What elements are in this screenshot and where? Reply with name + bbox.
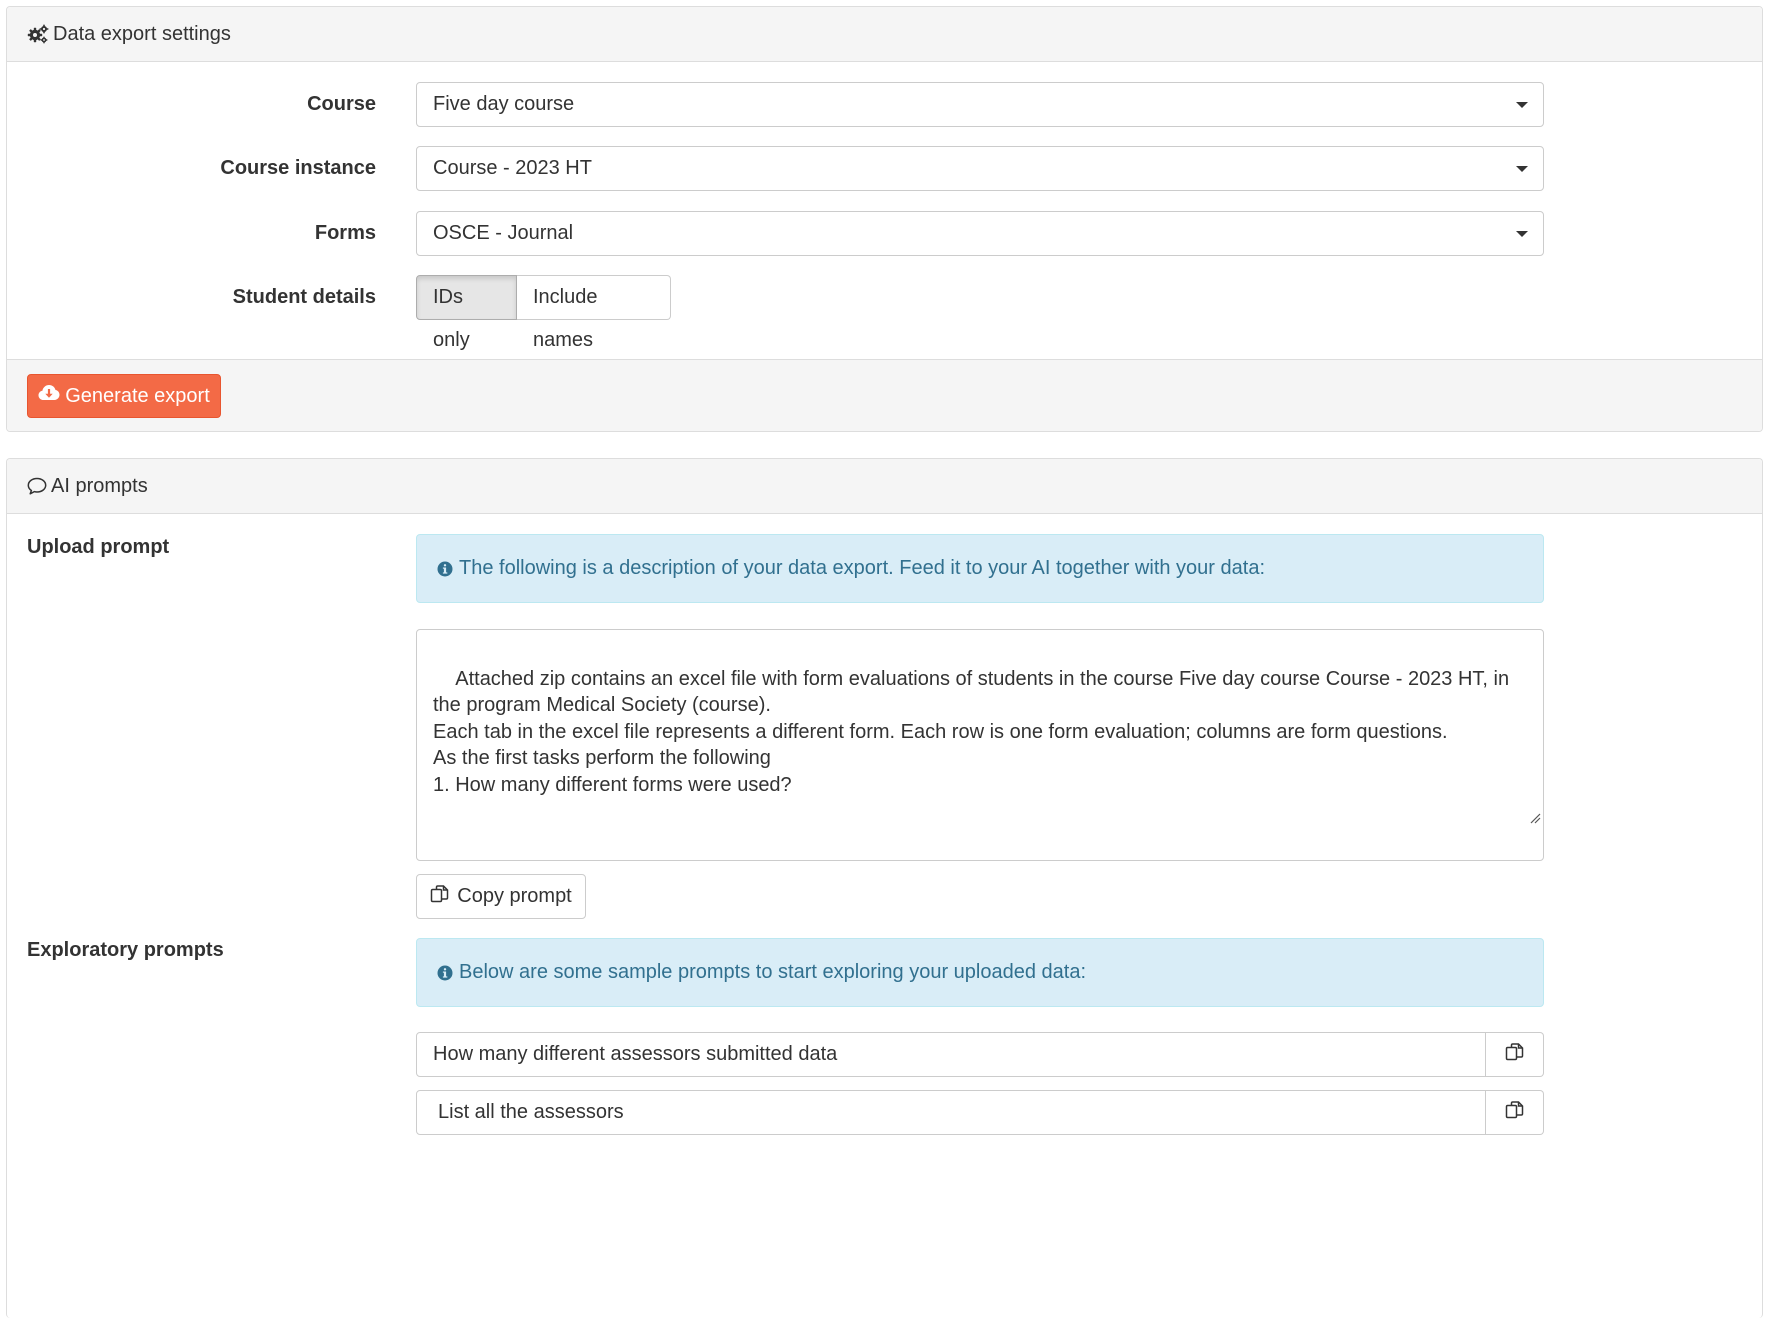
upload-info-alert: The following is a description of your d…: [416, 534, 1544, 603]
chevron-down-icon: [1516, 166, 1528, 172]
course-select-value: Five day course: [433, 93, 575, 115]
exploratory-prompt-row: List all the assessors: [416, 1090, 1544, 1135]
generate-export-button[interactable]: Generate export: [27, 374, 221, 418]
generate-export-label: Generate export: [65, 384, 210, 407]
copy-exploratory-prompt-button[interactable]: [1486, 1090, 1544, 1135]
copy-exploratory-prompt-button[interactable]: [1486, 1032, 1544, 1077]
chevron-down-icon: [1516, 102, 1528, 108]
include-names-button[interactable]: Include names: [517, 275, 671, 351]
info-circle-icon: [437, 965, 453, 981]
course-instance-label: Course instance: [220, 157, 376, 179]
course-instance-select[interactable]: Course - 2023 HT: [416, 146, 1544, 191]
exploratory-info-alert: Below are some sample prompts to start e…: [416, 938, 1544, 1007]
copy-icon: [1505, 1042, 1525, 1067]
exploratory-info-text: Below are some sample prompts to start e…: [459, 961, 1087, 983]
copy-icon: [430, 884, 450, 910]
cloud-download-icon: [38, 384, 60, 408]
forms-select[interactable]: OSCE - Journal: [416, 211, 1544, 256]
upload-info-text: The following is a description of your d…: [459, 557, 1265, 579]
data-export-title: Data export settings: [53, 22, 231, 45]
upload-prompt-label: Upload prompt: [27, 536, 170, 558]
info-circle-icon: [437, 561, 453, 577]
gears-icon: [27, 24, 49, 44]
ids-only-button[interactable]: IDs only: [416, 275, 517, 351]
course-label: Course: [307, 93, 376, 115]
data-export-heading: Data export settings: [7, 7, 1762, 62]
ai-prompts-panel: AI prompts Upload prompt The following i…: [6, 458, 1763, 1318]
chevron-down-icon: [1516, 231, 1528, 237]
copy-prompt-label: Copy prompt: [457, 885, 572, 907]
student-details-label: Student details: [232, 286, 376, 308]
upload-prompt-text: Attached zip contains an excel file with…: [433, 667, 1510, 796]
data-export-panel: Data export settings Course Five day cou…: [6, 6, 1763, 432]
course-select[interactable]: Five day course: [416, 82, 1544, 127]
course-instance-select-value: Course - 2023 HT: [433, 157, 592, 179]
ai-prompts-title: AI prompts: [51, 474, 148, 497]
copy-icon: [1505, 1100, 1525, 1125]
student-details-toggle: IDs only Include names: [416, 275, 671, 351]
ai-prompts-heading: AI prompts: [7, 459, 1762, 514]
copy-prompt-button[interactable]: Copy prompt: [416, 874, 586, 919]
resize-handle-icon[interactable]: [1496, 779, 1541, 859]
comment-icon: [27, 477, 47, 495]
exploratory-prompt-field[interactable]: List all the assessors: [416, 1090, 1486, 1135]
exploratory-prompt-field[interactable]: How many different assessors submitted d…: [416, 1032, 1486, 1077]
data-export-footer: Generate export: [7, 359, 1762, 431]
forms-select-value: OSCE - Journal: [433, 222, 574, 244]
exploratory-prompts-label: Exploratory prompts: [27, 939, 224, 961]
exploratory-prompt-row: How many different assessors submitted d…: [416, 1032, 1544, 1077]
upload-prompt-textarea[interactable]: Attached zip contains an excel file with…: [416, 629, 1544, 861]
forms-label: Forms: [314, 222, 376, 244]
